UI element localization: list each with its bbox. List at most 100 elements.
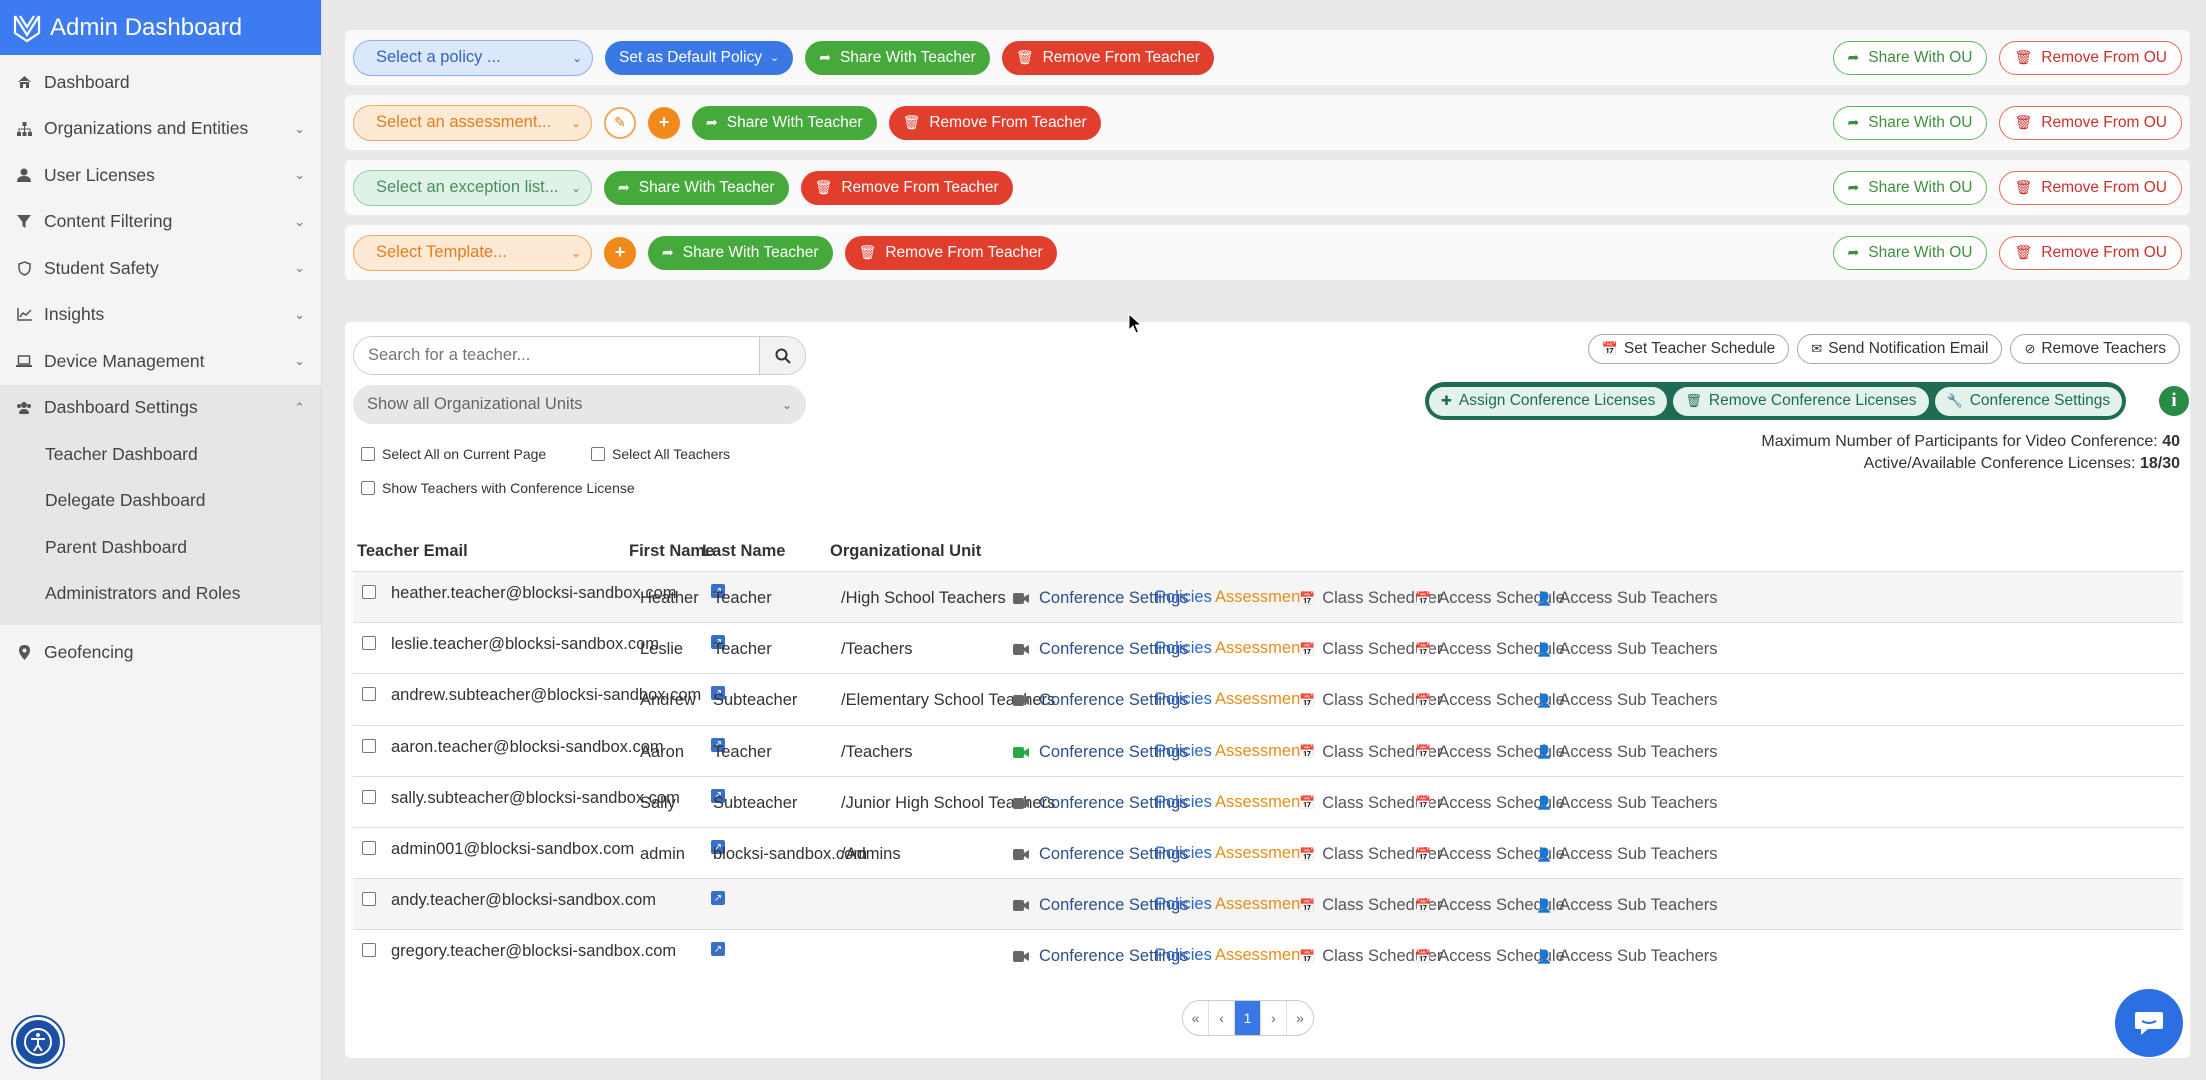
search-button[interactable] — [759, 337, 805, 374]
assessment-share-ou-button[interactable]: ➦ Share With OU — [1832, 105, 1988, 140]
row-checkbox[interactable] — [362, 687, 376, 702]
access-sub-teachers-link[interactable]: 👤 Access Sub Teachers — [1536, 589, 1718, 608]
sidebar-subitem-teacher-dashboard[interactable]: Teacher Dashboard — [0, 431, 321, 478]
policy-share-teacher-button[interactable]: ➦ Share With Teacher — [805, 40, 990, 75]
prev-page-button[interactable]: ‹ — [1209, 1001, 1235, 1035]
set-default-policy-button[interactable]: Set as Default Policy ⌄ — [605, 40, 794, 75]
policies-link[interactable]: Policies — [1155, 844, 1212, 863]
first-page-button[interactable]: « — [1183, 1001, 1209, 1035]
policy-remove-teacher-button[interactable]: 🗑 Remove From Teacher — [1001, 40, 1214, 75]
access-sub-teachers-link[interactable]: 👤 Access Sub Teachers — [1536, 691, 1718, 710]
sidebar-item-organizations[interactable]: Organizations and Entities ⌄ — [0, 106, 321, 153]
accessibility-button[interactable] — [13, 1017, 63, 1067]
edit-icon[interactable]: ↗ — [711, 891, 725, 906]
policies-link[interactable]: Policies — [1155, 742, 1212, 761]
policies-link[interactable]: Policies — [1155, 793, 1212, 812]
exception-remove-teacher-button[interactable]: 🗑 Remove From Teacher — [800, 170, 1013, 205]
col-last-name[interactable]: Last Name — [702, 542, 785, 561]
next-page-button[interactable]: › — [1261, 1001, 1287, 1035]
template-remove-ou-button[interactable]: 🗑 Remove From OU — [1999, 235, 2182, 270]
calendar-icon: 📅 — [1299, 692, 1316, 708]
access-sub-teachers-link[interactable]: 👤 Access Sub Teachers — [1536, 845, 1718, 864]
col-organizational-unit[interactable]: Organizational Unit — [830, 542, 981, 561]
chat-button[interactable] — [2115, 989, 2183, 1057]
trash-icon: 🗑 — [2014, 49, 2033, 65]
sidebar-item-dashboard[interactable]: Dashboard — [0, 59, 321, 106]
send-notification-email-button[interactable]: ✉ Send Notification Email — [1797, 334, 2003, 364]
add-template-button[interactable]: + — [604, 236, 636, 269]
row-checkbox[interactable] — [362, 789, 376, 804]
add-assessment-button[interactable]: + — [648, 106, 680, 139]
sitemap-icon — [16, 121, 32, 137]
sidebar-item-geofencing[interactable]: Geofencing — [0, 629, 321, 676]
home-icon — [16, 74, 32, 90]
row-checkbox[interactable] — [362, 892, 376, 907]
access-sub-teachers-link[interactable]: 👤 Access Sub Teachers — [1536, 947, 1718, 966]
info-icon[interactable]: i — [2159, 386, 2189, 416]
remove-teachers-button[interactable]: ⊘ Remove Teachers — [2010, 334, 2180, 364]
sidebar-item-student-safety[interactable]: Student Safety ⌄ — [0, 245, 321, 292]
exception-list-select[interactable]: Select an exception list... ⌄ — [353, 169, 592, 206]
edit-assessment-button[interactable]: ✎ — [604, 106, 636, 139]
last-page-button[interactable]: » — [1287, 1001, 1313, 1035]
template-select[interactable]: Select Template... ⌄ — [353, 234, 592, 271]
assessment-remove-ou-button[interactable]: 🗑 Remove From OU — [1999, 105, 2182, 140]
assessment-share-teacher-button[interactable]: ➦ Share With Teacher — [692, 105, 877, 140]
checkbox[interactable] — [591, 447, 605, 461]
col-teacher-email[interactable]: Teacher Email — [357, 542, 468, 561]
access-sub-teachers-label: Access Sub Teachers — [1559, 947, 1718, 966]
exception-remove-ou-button[interactable]: 🗑 Remove From OU — [1999, 170, 2182, 205]
exception-share-ou-button[interactable]: ➦ Share With OU — [1832, 170, 1988, 205]
row-checkbox[interactable] — [362, 636, 376, 651]
sidebar-item-dashboard-settings[interactable]: Dashboard Settings ⌃ — [0, 384, 321, 431]
policy-select[interactable]: Select a policy ... ⌄ — [353, 39, 593, 76]
trash-icon: 🗑 — [858, 244, 877, 260]
sidebar-item-device-management[interactable]: Device Management ⌄ — [0, 338, 321, 385]
chevron-up-icon: ⌃ — [294, 399, 305, 415]
template-share-ou-button[interactable]: ➦ Share With OU — [1832, 235, 1988, 270]
exception-share-teacher-button[interactable]: ➦ Share With Teacher — [604, 170, 789, 205]
sidebar-item-content-filtering[interactable]: Content Filtering ⌄ — [0, 199, 321, 246]
checkbox[interactable] — [361, 481, 375, 495]
policies-link[interactable]: Policies — [1155, 690, 1212, 709]
sidebar-subitem-administrators-roles[interactable]: Administrators and Roles — [0, 571, 321, 618]
policies-link[interactable]: Policies — [1155, 588, 1212, 607]
select-all-page-checkbox[interactable]: Select All on Current Page — [361, 446, 546, 462]
sidebar-subitem-delegate-dashboard[interactable]: Delegate Dashboard — [0, 478, 321, 525]
assessment-remove-teacher-button[interactable]: 🗑 Remove From Teacher — [888, 105, 1101, 140]
sidebar-item-user-licenses[interactable]: User Licenses ⌄ — [0, 152, 321, 199]
policies-link[interactable]: Policies — [1155, 895, 1212, 914]
remove-conference-licenses-button[interactable]: 🗑 Remove Conference Licenses — [1673, 386, 1929, 416]
assessment-select[interactable]: Select an assessment... ⌄ — [353, 104, 592, 141]
access-sub-teachers-link[interactable]: 👤 Access Sub Teachers — [1536, 896, 1718, 915]
policies-link[interactable]: Policies — [1155, 946, 1212, 965]
row-checkbox[interactable] — [362, 943, 376, 958]
row-checkbox[interactable] — [362, 585, 376, 599]
access-sub-teachers-link[interactable]: 👤 Access Sub Teachers — [1536, 743, 1718, 762]
assign-conference-licenses-button[interactable]: ✚ Assign Conference Licenses — [1429, 386, 1668, 416]
policy-remove-ou-button[interactable]: 🗑 Remove From OU — [1999, 40, 2182, 75]
checkbox[interactable] — [361, 447, 375, 461]
edit-icon[interactable]: ↗ — [711, 942, 725, 957]
show-conference-checkbox[interactable]: Show Teachers with Conference License — [361, 480, 635, 496]
policy-share-ou-button[interactable]: ➦ Share With OU — [1832, 40, 1988, 75]
chevron-down-icon: ⌄ — [571, 50, 582, 65]
access-sub-teachers-link[interactable]: 👤 Access Sub Teachers — [1536, 794, 1718, 813]
select-all-teachers-checkbox[interactable]: Select All Teachers — [591, 446, 730, 462]
policies-link[interactable]: Policies — [1155, 639, 1212, 658]
sidebar-subitem-parent-dashboard[interactable]: Parent Dashboard — [0, 524, 321, 571]
page-1-button[interactable]: 1 — [1235, 1001, 1261, 1035]
teacher-email: admin001@blocksi-sandbox.com — [391, 840, 635, 858]
conference-settings-button[interactable]: 🔧 Conference Settings — [1934, 386, 2123, 416]
access-sub-teachers-link[interactable]: 👤 Access Sub Teachers — [1536, 640, 1718, 659]
brand-header[interactable]: Admin Dashboard — [0, 0, 321, 55]
set-teacher-schedule-button[interactable]: 📅 Set Teacher Schedule — [1587, 334, 1790, 364]
template-remove-teacher-button[interactable]: 🗑 Remove From Teacher — [844, 235, 1057, 270]
teacher-search-input[interactable] — [354, 337, 759, 374]
template-share-teacher-button[interactable]: ➦ Share With Teacher — [648, 235, 833, 270]
row-checkbox[interactable] — [362, 841, 376, 855]
sidebar-item-insights[interactable]: Insights ⌄ — [0, 292, 321, 339]
row-checkbox[interactable] — [362, 738, 376, 753]
ou-filter-value: Show all Organizational Units — [367, 395, 583, 413]
ou-filter-select[interactable]: Show all Organizational Units ⌄ — [353, 385, 806, 424]
